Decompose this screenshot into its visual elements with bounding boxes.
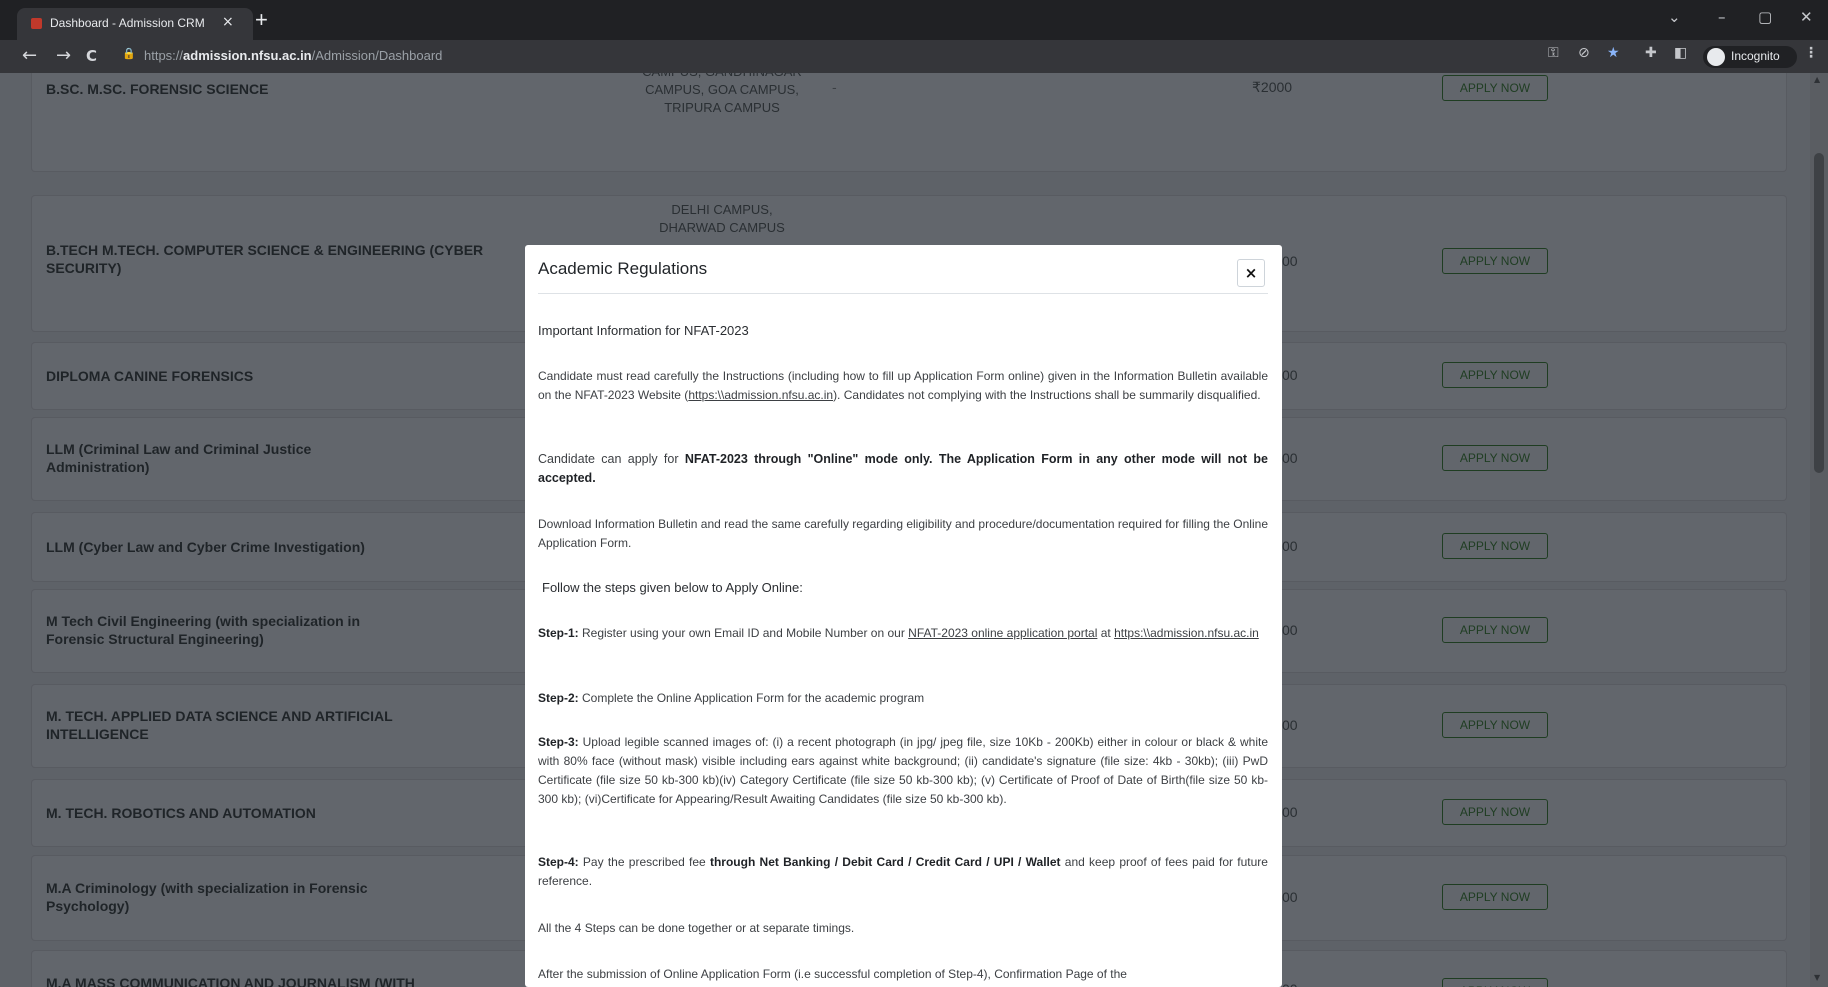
online-mode-paragraph: Candidate can apply for NFAT-2023 throug… [538, 452, 1268, 485]
fee: 00 [1282, 367, 1298, 383]
restore-button[interactable]: ▢ [1758, 8, 1772, 26]
fee: 00 [1282, 450, 1298, 466]
browser-toolbar: ← → C 🔒 https://admission.nfsu.ac.in/Adm… [0, 40, 1828, 73]
apply-now-button[interactable]: APPLY NOW [1442, 362, 1548, 388]
program-row: B.SC. M.SC. FORENSIC SCIENCE CAMPUS, GAN… [32, 73, 1786, 171]
portal-url-link[interactable]: https:\\admission.nfsu.ac.in [1114, 626, 1259, 640]
fee: 00 [1282, 622, 1298, 638]
tab-close-icon[interactable]: × [222, 14, 234, 30]
fee: 00 [1282, 804, 1298, 820]
key-icon[interactable]: ⚿ [1548, 45, 1559, 61]
url-text: https://admission.nfsu.ac.in/Admission/D… [144, 48, 443, 63]
new-tab-button[interactable]: + [255, 7, 268, 33]
forward-button[interactable]: → [56, 45, 71, 66]
fee: 00 [1282, 981, 1298, 987]
campus-list: DELHI CAMPUS, DHARWAD CAMPUS [659, 202, 785, 235]
fee: 00 [1282, 889, 1298, 905]
program-name: M.A Criminology (with specialization in … [46, 880, 368, 914]
info-heading: Important Information for NFAT-2023 [538, 323, 749, 338]
apply-now-button[interactable]: APPLY NOW [1442, 445, 1548, 471]
dash: - [832, 81, 837, 96]
modal-title: Academic Regulations [538, 259, 708, 278]
program-name: B.SC. M.SC. FORENSIC SCIENCE [46, 81, 269, 97]
apply-now-button[interactable]: APPLY NOW [1442, 712, 1548, 738]
fee: ₹2000 [1252, 79, 1293, 95]
incognito-indicator[interactable]: Incognito [1703, 46, 1797, 68]
program-name: M.A MASS COMMUNICATION AND JOURNALISM (W… [46, 975, 415, 987]
program-name: M. TECH. APPLIED DATA SCIENCE AND ARTIFI… [46, 708, 393, 742]
after-submission-paragraph: After the submission of Online Applicati… [538, 967, 1127, 981]
browser-tab-strip: Dashboard - Admission CRM × + ⌄ – ▢ ✕ [0, 0, 1828, 40]
fee: 00 [1282, 717, 1298, 733]
steps-heading: Follow the steps given below to Apply On… [542, 580, 803, 595]
apply-now-button[interactable]: APPLY NOW [1442, 978, 1548, 987]
campus-list: CAMPUS, GANDHINAGAR CAMPUS, GOA CAMPUS, … [642, 73, 802, 115]
scroll-up-icon[interactable]: ▲ [1814, 75, 1820, 84]
bulletin-paragraph: Download Information Bulletin and read t… [538, 517, 1268, 550]
incognito-label: Incognito [1731, 49, 1780, 63]
minimize-button[interactable]: – [1718, 8, 1726, 26]
page-scrollbar[interactable]: ▲ ▼ [1810, 73, 1828, 987]
extensions-icon[interactable]: ✚ [1645, 45, 1657, 61]
step-4: Step-4: Pay the prescribed fee through N… [538, 855, 1268, 888]
program-name: M. TECH. ROBOTICS AND AUTOMATION [46, 805, 316, 821]
steps-timing-note: All the 4 Steps can be done together or … [538, 921, 855, 935]
program-name: B.TECH M.TECH. COMPUTER SCIENCE & ENGINE… [46, 242, 484, 276]
side-panel-icon[interactable]: ◧ [1674, 45, 1687, 61]
step-1: Step-1: Register using your own Email ID… [538, 626, 1259, 640]
portal-link[interactable]: NFAT-2023 online application portal [908, 626, 1097, 640]
browser-tab[interactable]: Dashboard - Admission CRM × [17, 8, 253, 40]
fee: 00 [1282, 253, 1298, 269]
apply-now-button[interactable]: APPLY NOW [1442, 533, 1548, 559]
step-2: Step-2: Complete the Online Application … [538, 691, 925, 705]
scroll-down-icon[interactable]: ▼ [1814, 973, 1820, 982]
modal-divider [538, 293, 1268, 294]
tab-search-icon[interactable]: ⌄ [1668, 8, 1681, 26]
apply-now-button[interactable]: APPLY NOW [1442, 617, 1548, 643]
scroll-thumb[interactable] [1814, 153, 1824, 473]
bookmark-star-icon[interactable]: ★ [1607, 45, 1620, 61]
menu-icon[interactable]: ⋮ [1804, 45, 1818, 61]
step-3: Step-3: Upload legible scanned images of… [538, 735, 1268, 806]
reload-button[interactable]: C [86, 47, 97, 65]
favicon-icon [31, 18, 42, 29]
incognito-icon [1707, 48, 1725, 66]
program-name: LLM (Cyber Law and Cyber Crime Investiga… [46, 539, 365, 555]
program-name: DIPLOMA CANINE FORENSICS [46, 368, 254, 384]
apply-now-button[interactable]: APPLY NOW [1442, 75, 1548, 101]
modal-close-button[interactable]: × [1237, 259, 1265, 287]
academic-regulations-modal: Academic Regulations × Important Informa… [525, 245, 1282, 987]
apply-now-button[interactable]: APPLY NOW [1442, 248, 1548, 274]
lock-icon: 🔒 [122, 47, 136, 60]
apply-now-button[interactable]: APPLY NOW [1442, 884, 1548, 910]
tab-title: Dashboard - Admission CRM [50, 16, 205, 30]
back-button[interactable]: ← [22, 45, 37, 66]
website-link[interactable]: https:\\admission.nfsu.ac.in [688, 388, 833, 402]
fee: 00 [1282, 538, 1298, 554]
program-name: LLM (Criminal Law and Criminal Justice A… [46, 441, 312, 475]
eye-off-icon[interactable]: ⊘ [1578, 45, 1590, 61]
program-name: M Tech Civil Engineering (with specializ… [46, 613, 361, 647]
address-bar[interactable]: 🔒 https://admission.nfsu.ac.in/Admission… [120, 44, 1530, 68]
instructions-paragraph: Candidate must read carefully the Instru… [538, 369, 1268, 402]
close-window-button[interactable]: ✕ [1800, 8, 1813, 26]
apply-now-button[interactable]: APPLY NOW [1442, 799, 1548, 825]
